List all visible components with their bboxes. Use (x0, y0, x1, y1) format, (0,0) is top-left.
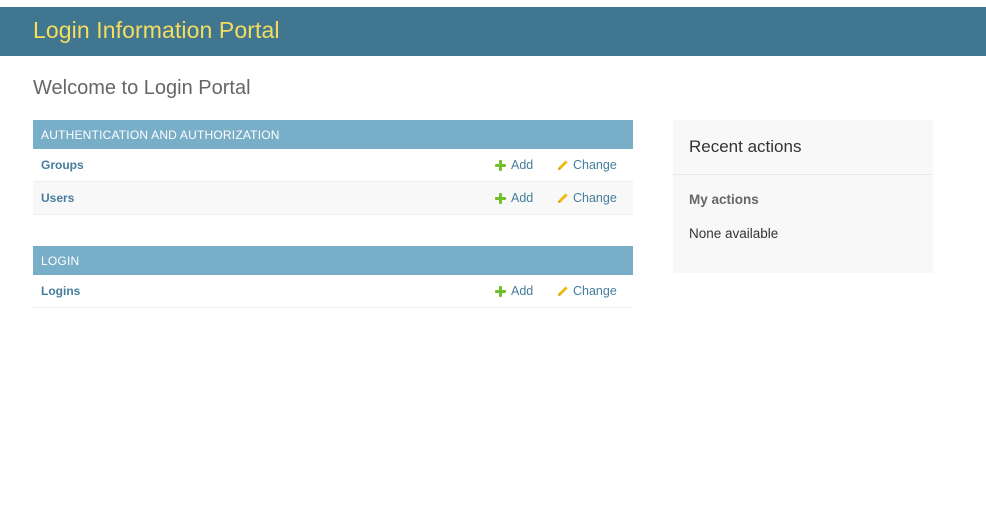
app-module-auth: AUTHENTICATION AND AUTHORIZATION Groups … (33, 120, 633, 215)
app-module-login: LOGIN Logins Add Change (33, 246, 633, 308)
change-logins-button[interactable]: Change (557, 284, 617, 298)
module-caption[interactable]: LOGIN (33, 246, 633, 275)
pencil-icon (558, 160, 568, 170)
change-label: Change (573, 158, 617, 172)
add-label: Add (511, 191, 534, 205)
empty-state-text: None available (689, 226, 779, 241)
add-label: Add (511, 158, 534, 172)
model-link-logins[interactable]: Logins (41, 284, 80, 298)
change-groups-button[interactable]: Change (557, 158, 617, 172)
table-row-logins: Logins Add Change (33, 275, 633, 308)
recent-actions-panel: Recent actions My actions None available (673, 120, 933, 273)
my-actions-heading: My actions (689, 192, 759, 207)
model-link-users[interactable]: Users (41, 191, 74, 205)
add-label: Add (511, 284, 534, 298)
site-header: Login Information Portal (0, 7, 986, 56)
pencil-icon (558, 193, 568, 203)
add-logins-button[interactable]: Add (495, 284, 533, 298)
table-row-users: Users Add Change (33, 182, 633, 215)
module-caption[interactable]: AUTHENTICATION AND AUTHORIZATION (33, 120, 633, 149)
plus-icon (495, 285, 506, 297)
change-label: Change (573, 191, 617, 205)
add-groups-button[interactable]: Add (495, 158, 533, 172)
plus-icon (495, 159, 506, 171)
divider (673, 174, 933, 175)
page-title: Welcome to Login Portal (33, 77, 251, 99)
table-row-groups: Groups Add Change (33, 149, 633, 182)
add-users-button[interactable]: Add (495, 191, 533, 205)
site-brand-link[interactable]: Login Information Portal (33, 17, 280, 44)
change-label: Change (573, 284, 617, 298)
model-link-groups[interactable]: Groups (41, 158, 84, 172)
plus-icon (495, 192, 506, 204)
change-users-button[interactable]: Change (557, 191, 617, 205)
top-strip (0, 0, 986, 7)
pencil-icon (558, 286, 568, 296)
recent-actions-title: Recent actions (689, 137, 802, 156)
